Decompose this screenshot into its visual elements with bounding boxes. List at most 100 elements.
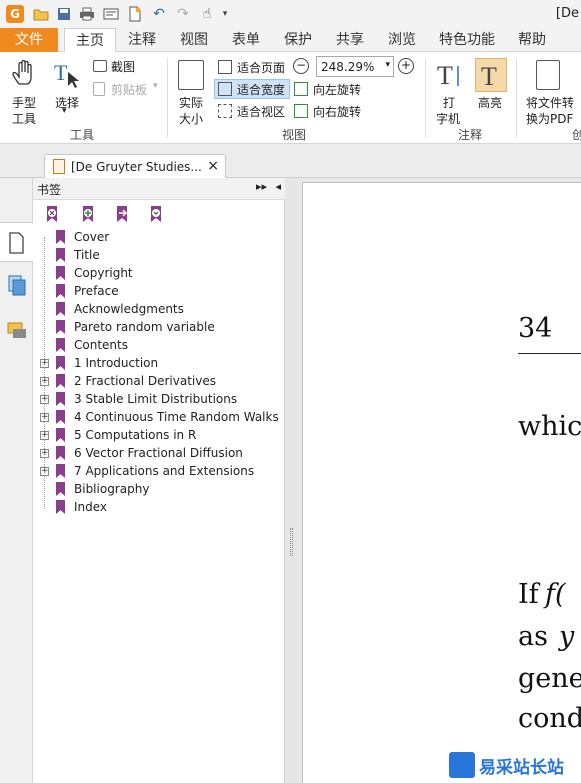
redo-icon[interactable]: ↷ xyxy=(174,5,192,23)
bookmark-icon xyxy=(56,320,65,334)
rotate-right-button[interactable]: 向右旋转 xyxy=(313,103,361,120)
fit-visible-icon xyxy=(218,104,232,118)
bookmark-item[interactable]: Preface xyxy=(56,282,119,300)
site-watermark: 易采站长站 xyxy=(447,748,581,783)
ribbon-tabs: 文件 主页 注释 视图 表单 保护 共享 浏览 特色功能 帮助 xyxy=(0,28,581,53)
new-document-icon[interactable] xyxy=(126,5,144,23)
expand-toggle[interactable]: + xyxy=(40,467,49,476)
bookmark-item[interactable]: Acknowledgments xyxy=(56,300,184,318)
fit-page-button[interactable]: 适合页面 xyxy=(237,59,285,76)
rotate-left-button[interactable]: 向左旋转 xyxy=(313,81,361,98)
properties-icon[interactable] xyxy=(102,5,120,23)
bookmark-item[interactable]: 5 Computations in R xyxy=(56,426,196,444)
tab-form[interactable]: 表单 xyxy=(228,28,264,52)
tab-share[interactable]: 共享 xyxy=(332,28,368,52)
fit-width-button[interactable]: 适合宽度 xyxy=(237,81,285,98)
expand-toggle[interactable]: + xyxy=(40,449,49,458)
pages-pane-icon[interactable] xyxy=(6,274,28,296)
expand-toggle[interactable]: + xyxy=(40,359,49,368)
screenshot-button[interactable]: 截图 xyxy=(111,58,135,75)
tab-help[interactable]: 帮助 xyxy=(514,28,550,52)
zoom-chevron-icon[interactable]: ▾ xyxy=(385,60,390,70)
tab-special-features[interactable]: 特色功能 xyxy=(434,28,500,52)
tab-protect[interactable]: 保护 xyxy=(280,28,316,52)
tab-comment[interactable]: 注释 xyxy=(124,28,160,52)
expand-toggle[interactable]: + xyxy=(40,431,49,440)
convert-to-pdf-icon[interactable] xyxy=(536,60,560,90)
svg-text:T: T xyxy=(54,60,68,85)
actual-size-label-1: 实际 xyxy=(179,96,204,110)
typewriter-icon[interactable]: T xyxy=(436,60,462,90)
bookmark-item[interactable]: 1 Introduction xyxy=(56,354,158,372)
chevron-down-icon[interactable]: ▾ xyxy=(216,5,234,23)
highlight-label: 高亮 xyxy=(478,96,503,110)
bookmark-label: Acknowledgments xyxy=(74,302,184,316)
document-page: 34 which If f( as y gener cond xyxy=(302,182,581,783)
header-rule xyxy=(518,353,581,354)
bookmark-item[interactable]: Title xyxy=(56,246,100,264)
goto-bookmark-icon[interactable] xyxy=(114,205,130,223)
bookmarks-pane-button[interactable] xyxy=(0,222,33,262)
bookmark-item[interactable]: 2 Fractional Derivatives xyxy=(56,372,216,390)
app-logo-icon: G xyxy=(6,5,24,23)
hand-tool-icon[interactable] xyxy=(10,58,40,88)
bookmark-item[interactable]: Index xyxy=(56,498,107,516)
zoom-value: 248.29% xyxy=(321,60,375,74)
delete-bookmark-icon[interactable] xyxy=(44,205,60,223)
bookmark-label: Copyright xyxy=(74,266,133,280)
bookmark-item[interactable]: Pareto random variable xyxy=(56,318,215,336)
bookmark-item[interactable]: 4 Continuous Time Random Walks xyxy=(56,408,279,426)
bookmark-options-icon[interactable] xyxy=(148,205,164,223)
bookmark-label: Pareto random variable xyxy=(74,320,215,334)
clipboard-icon xyxy=(93,82,105,96)
bookmark-item[interactable]: 7 Applications and Extensions xyxy=(56,462,254,480)
bookmark-item[interactable]: Copyright xyxy=(56,264,133,282)
panel-expand-icon[interactable]: ▸▸ xyxy=(256,180,267,193)
zoom-in-icon[interactable]: + xyxy=(398,58,414,74)
expand-toggle[interactable]: + xyxy=(40,377,49,386)
highlight-icon[interactable]: T xyxy=(475,58,507,92)
zoom-out-icon[interactable]: − xyxy=(293,58,309,74)
bookmark-icon xyxy=(56,338,65,352)
bookmark-label: Contents xyxy=(74,338,128,352)
fit-visible-button[interactable]: 适合视区 xyxy=(237,103,285,120)
bookmark-label: 6 Vector Fractional Diffusion xyxy=(74,446,243,460)
print-icon[interactable] xyxy=(78,5,96,23)
document-tab[interactable]: [De Gruyter Studies... × xyxy=(44,154,226,179)
add-bookmark-icon[interactable] xyxy=(80,205,96,223)
comments-pane-icon[interactable] xyxy=(6,320,28,342)
select-tool-icon[interactable]: T xyxy=(54,60,82,90)
typewriter-label-2: 字机 xyxy=(436,112,461,126)
bookmark-item[interactable]: Bibliography xyxy=(56,480,149,498)
actual-size-icon[interactable] xyxy=(178,60,204,90)
panel-collapse-icon[interactable]: ◂ xyxy=(275,180,281,193)
open-folder-icon[interactable] xyxy=(32,5,50,23)
bookmark-item[interactable]: Cover xyxy=(56,228,109,246)
bookmark-icon xyxy=(56,464,65,478)
select-chevron-icon[interactable]: ▾ xyxy=(62,106,67,116)
page-number: 34 xyxy=(518,313,553,344)
bookmark-item[interactable]: 6 Vector Fractional Diffusion xyxy=(56,444,243,462)
bookmark-item[interactable]: Contents xyxy=(56,336,128,354)
hand-dropdown-icon[interactable]: ☝ xyxy=(198,5,216,23)
bookmark-label: Index xyxy=(74,500,108,514)
expand-toggle[interactable]: + xyxy=(40,413,49,422)
zoom-combobox[interactable]: 248.29% ▾ xyxy=(316,56,394,77)
close-tab-icon[interactable]: × xyxy=(207,158,219,174)
expand-toggle[interactable]: + xyxy=(40,395,49,404)
tab-browse[interactable]: 浏览 xyxy=(384,28,420,52)
tab-home[interactable]: 主页 xyxy=(64,28,116,53)
bookmark-icon xyxy=(56,248,65,262)
body-text-math: y xyxy=(559,621,575,652)
tab-view[interactable]: 视图 xyxy=(176,28,212,52)
save-icon[interactable] xyxy=(55,5,73,23)
clipboard-chevron-icon[interactable]: ▾ xyxy=(153,81,158,91)
group-label-view: 视图 xyxy=(281,128,306,142)
bookmark-label: 5 Computations in R xyxy=(74,428,197,442)
bookmark-icon xyxy=(56,374,65,388)
undo-icon[interactable]: ↶ xyxy=(150,5,168,23)
tab-file[interactable]: 文件 xyxy=(0,28,58,52)
clipboard-button[interactable]: 剪贴板 xyxy=(111,81,147,98)
bookmark-item[interactable]: 3 Stable Limit Distributions xyxy=(56,390,237,408)
panel-splitter[interactable] xyxy=(285,178,299,783)
